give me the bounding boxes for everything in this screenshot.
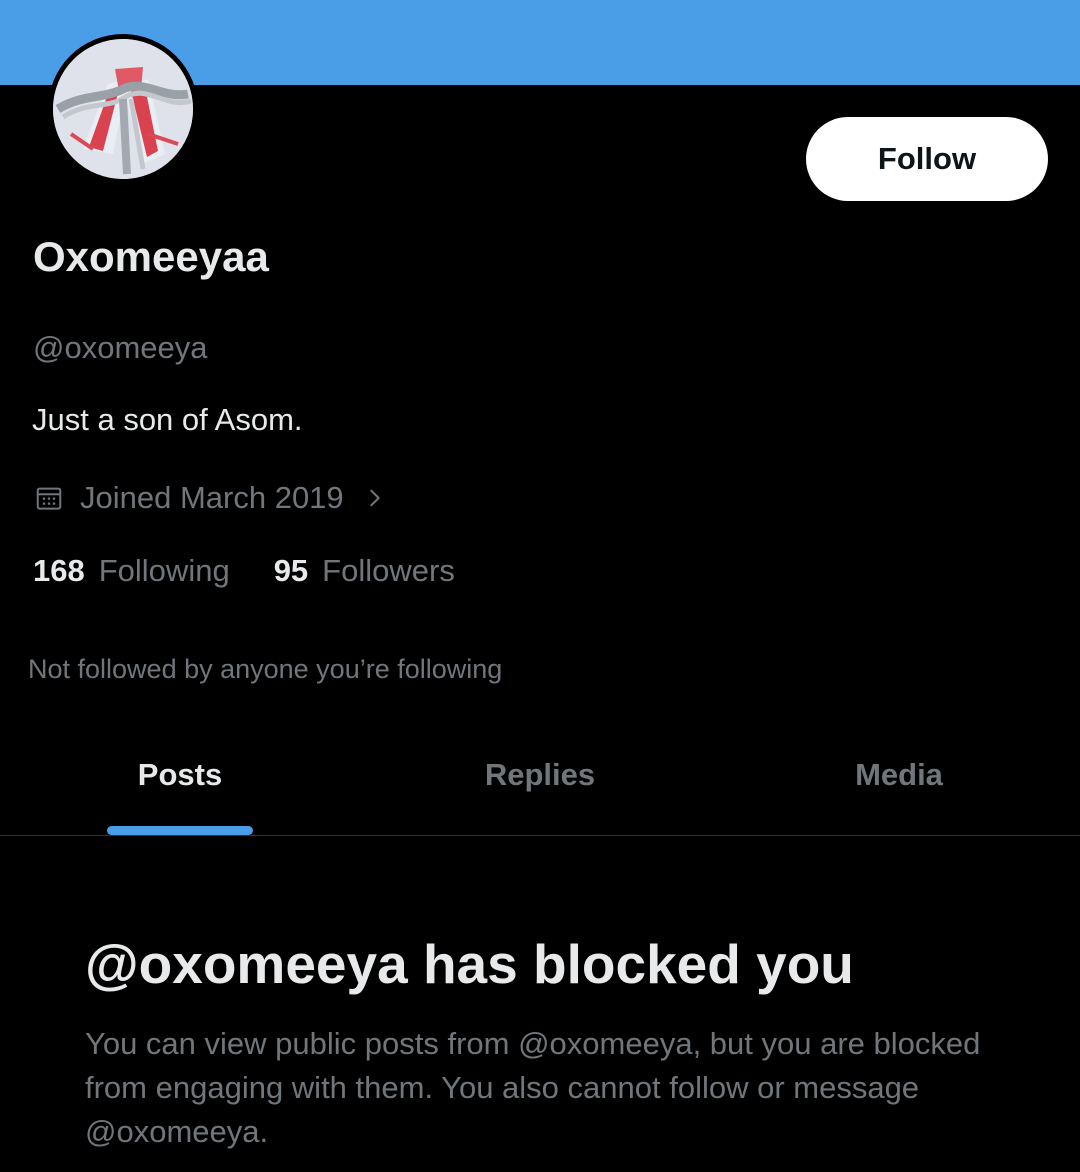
display-name: Oxomeeyaa	[33, 233, 269, 280]
tabs-divider	[0, 835, 1080, 836]
avatar[interactable]	[48, 34, 198, 184]
mutual-followers-note: Not followed by anyone you’re following	[28, 654, 503, 684]
calendar-icon	[36, 487, 62, 510]
active-tab-indicator	[107, 826, 253, 835]
followers-label: Followers	[322, 553, 455, 588]
joined-date-row[interactable]: Joined March 2019	[34, 478, 386, 518]
follow-stats: 168 Following 95 Followers	[33, 553, 455, 589]
following-label: Following	[98, 553, 230, 588]
tab-posts[interactable]: Posts	[80, 757, 280, 793]
following-link[interactable]: 168 Following	[33, 553, 230, 589]
profile-handle: @oxomeeya	[33, 330, 208, 365]
followers-link[interactable]: 95 Followers	[274, 553, 455, 589]
blocked-title: @oxomeeya has blocked you	[85, 933, 854, 995]
chevron-right-icon	[369, 489, 380, 507]
following-count: 168	[33, 553, 85, 588]
tab-media[interactable]: Media	[799, 757, 999, 793]
followers-count: 95	[273, 553, 309, 588]
blocked-description: You can view public posts from @oxomeeya…	[85, 1026, 981, 1149]
profile-bio: Just a son of Asom.	[32, 402, 303, 437]
joined-date-text: Joined March 2019	[80, 480, 344, 515]
follow-button[interactable]: Follow	[806, 117, 1048, 201]
tab-replies[interactable]: Replies	[440, 757, 640, 793]
avatar-image	[53, 39, 193, 179]
